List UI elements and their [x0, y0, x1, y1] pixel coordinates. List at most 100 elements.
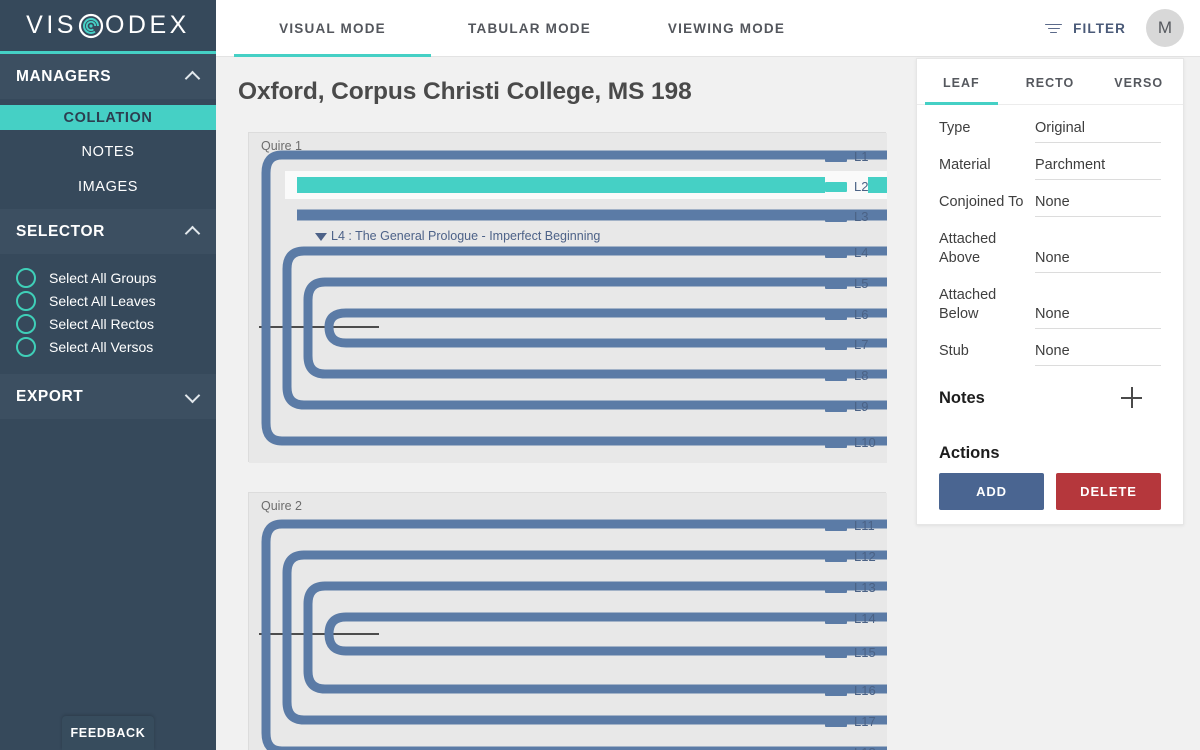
leaf-swatch-icon	[825, 613, 847, 624]
leaf-label-l4[interactable]: L4	[825, 245, 868, 260]
field-stub-value[interactable]: None	[1035, 343, 1161, 366]
notes-empty-area	[917, 409, 1183, 436]
leaf-label-l9[interactable]: L9	[825, 399, 868, 414]
field-attached-above-value[interactable]: None	[1035, 250, 1161, 273]
leaf-annotation-l4-text: L4 : The General Prologue - Imperfect Be…	[331, 229, 601, 243]
radio-circle-icon[interactable]	[16, 313, 36, 334]
tab-recto[interactable]: RECTO	[1006, 59, 1095, 104]
field-attached-below-label: Attached Below	[939, 287, 997, 322]
sidebar-section-selector[interactable]: SELECTOR	[0, 209, 216, 254]
tab-verso[interactable]: VERSO	[1094, 59, 1183, 104]
notes-section-header: Notes	[917, 379, 1183, 409]
leaf-label-text: L11	[854, 518, 875, 533]
sidebar-section-managers-label: MANAGERS	[16, 67, 112, 85]
sidebar-item-collation[interactable]: COLLATION	[0, 105, 216, 130]
leaf-swatch-icon	[825, 370, 847, 381]
sidebar-item-notes[interactable]: NOTES	[0, 139, 216, 165]
delete-button[interactable]: DELETE	[1056, 473, 1161, 510]
leaf-label-l2[interactable]: L2	[825, 175, 869, 198]
sidebar-item-images[interactable]: IMAGES	[0, 174, 216, 200]
leaf-label-l11[interactable]: L11	[825, 518, 875, 533]
sidebar-item-collation-label: COLLATION	[63, 109, 153, 126]
quire-1-diagram[interactable]	[249, 133, 887, 463]
leaf-label-l3[interactable]: L3	[825, 209, 868, 224]
feedback-button-label: FEEDBACK	[70, 726, 146, 740]
leaf-label-l1[interactable]: L1	[825, 149, 868, 164]
selector-option-all-versos[interactable]: Select All Versos	[0, 335, 216, 358]
sidebar-section-selector-label: SELECTOR	[16, 222, 105, 240]
actions-title: Actions	[939, 444, 1000, 462]
field-attached-above: Attached Above None	[939, 230, 1161, 273]
leaf-label-l14[interactable]: L14	[825, 611, 876, 626]
field-material: Material Parchment	[939, 156, 1161, 180]
leaf-label-text: L7	[854, 337, 869, 352]
leaf-swatch-icon	[825, 685, 847, 696]
filter-button[interactable]: FILTER	[1045, 21, 1126, 36]
sidebar-item-notes-label: NOTES	[81, 144, 135, 160]
brand-logo[interactable]: VIS ODEX	[0, 0, 216, 54]
leaf-label-text: L1	[854, 149, 869, 164]
tab-visual-mode[interactable]: VISUAL MODE	[234, 0, 431, 57]
field-attached-below: Attached Below None	[939, 286, 1161, 329]
leaf-label-l7[interactable]: L7	[825, 337, 868, 352]
field-type-label: Type	[939, 120, 971, 136]
notes-title: Notes	[939, 388, 985, 407]
leaf-label-l16[interactable]: L16	[825, 683, 876, 698]
leaf-swatch-icon	[825, 647, 847, 658]
field-stub-label: Stub	[939, 343, 969, 359]
leaf-swatch-icon	[825, 211, 847, 222]
tab-tabular-mode-label: TABULAR MODE	[468, 20, 591, 36]
leaf-swatch-icon	[825, 278, 847, 289]
leaf-label-l18[interactable]: L18	[825, 745, 876, 750]
feedback-button[interactable]: FEEDBACK	[62, 716, 154, 750]
topbar-right-group: FILTER M	[1045, 9, 1200, 47]
top-navigation-bar: VISUAL MODE TABULAR MODE VIEWING MODE FI…	[216, 0, 1200, 57]
leaf-label-l10[interactable]: L10	[825, 435, 876, 450]
leaf-label-l6[interactable]: L6	[825, 307, 868, 322]
add-button[interactable]: ADD	[939, 473, 1044, 510]
field-conjoined-to-value[interactable]: None	[1035, 194, 1161, 217]
leaf-label-l5[interactable]: L5	[825, 276, 868, 291]
plus-icon[interactable]	[1121, 387, 1143, 409]
field-type-value[interactable]: Original	[1035, 120, 1161, 143]
spacer	[0, 130, 216, 139]
sidebar-section-managers[interactable]: MANAGERS	[0, 54, 216, 99]
tab-tabular-mode[interactable]: TABULAR MODE	[431, 0, 628, 57]
radio-circle-icon[interactable]	[16, 290, 36, 311]
leaf-label-l13[interactable]: L13	[825, 580, 876, 595]
tab-leaf[interactable]: LEAF	[917, 59, 1006, 105]
selector-option-all-rectos[interactable]: Select All Rectos	[0, 312, 216, 335]
leaf-label-l17[interactable]: L17	[825, 714, 876, 729]
avatar[interactable]: M	[1146, 9, 1184, 47]
radio-circle-icon[interactable]	[16, 336, 36, 357]
leaf-swatch-icon	[825, 401, 847, 412]
brand-logo-part-vis: VIS	[26, 11, 77, 39]
radio-circle-icon[interactable]	[16, 267, 36, 288]
delete-button-label: DELETE	[1080, 484, 1137, 499]
leaf-swatch-icon	[825, 309, 847, 320]
leaf-label-l8[interactable]: L8	[825, 368, 868, 383]
tab-viewing-mode[interactable]: VIEWING MODE	[628, 0, 825, 57]
field-attached-below-value[interactable]: None	[1035, 306, 1161, 329]
quire-canvas[interactable]: Quire 1 L4: The General Prologue - Impe…	[216, 112, 892, 750]
leaf-label-l15[interactable]: L15	[825, 645, 876, 660]
field-material-value[interactable]: Parchment	[1035, 157, 1161, 180]
sidebar-section-export[interactable]: EXPORT	[0, 374, 216, 419]
brand-logo-text: VIS ODEX	[26, 11, 190, 40]
leaf-label-text: L15	[854, 645, 876, 660]
leaf-details-panel: LEAF RECTO VERSO Type Original Material …	[916, 58, 1184, 525]
quire-1[interactable]: Quire 1 L4: The General Prologue - Impe…	[248, 132, 887, 463]
selector-option-all-groups[interactable]: Select All Groups	[0, 266, 216, 289]
leaf-label-text: L8	[854, 368, 869, 383]
quire-2-diagram[interactable]	[249, 493, 887, 750]
quire-2[interactable]: Quire 2 L11 L12 L13 L14 L15 L16 L17	[248, 492, 887, 750]
leaf-label-text: L9	[854, 399, 869, 414]
selector-option-all-leaves[interactable]: Select All Leaves	[0, 289, 216, 312]
selector-option-label: Select All Rectos	[49, 315, 155, 332]
leaf-label-l12[interactable]: L12	[825, 549, 876, 564]
leaf-annotation-l4[interactable]: L4 : The General Prologue - Imperfect Be…	[315, 229, 600, 243]
tab-recto-label: RECTO	[1025, 76, 1075, 90]
leaf-properties-form: Type Original Material Parchment Conjoin…	[917, 105, 1183, 366]
tab-visual-mode-label: VISUAL MODE	[279, 20, 386, 36]
selector-option-label: Select All Leaves	[49, 292, 156, 309]
